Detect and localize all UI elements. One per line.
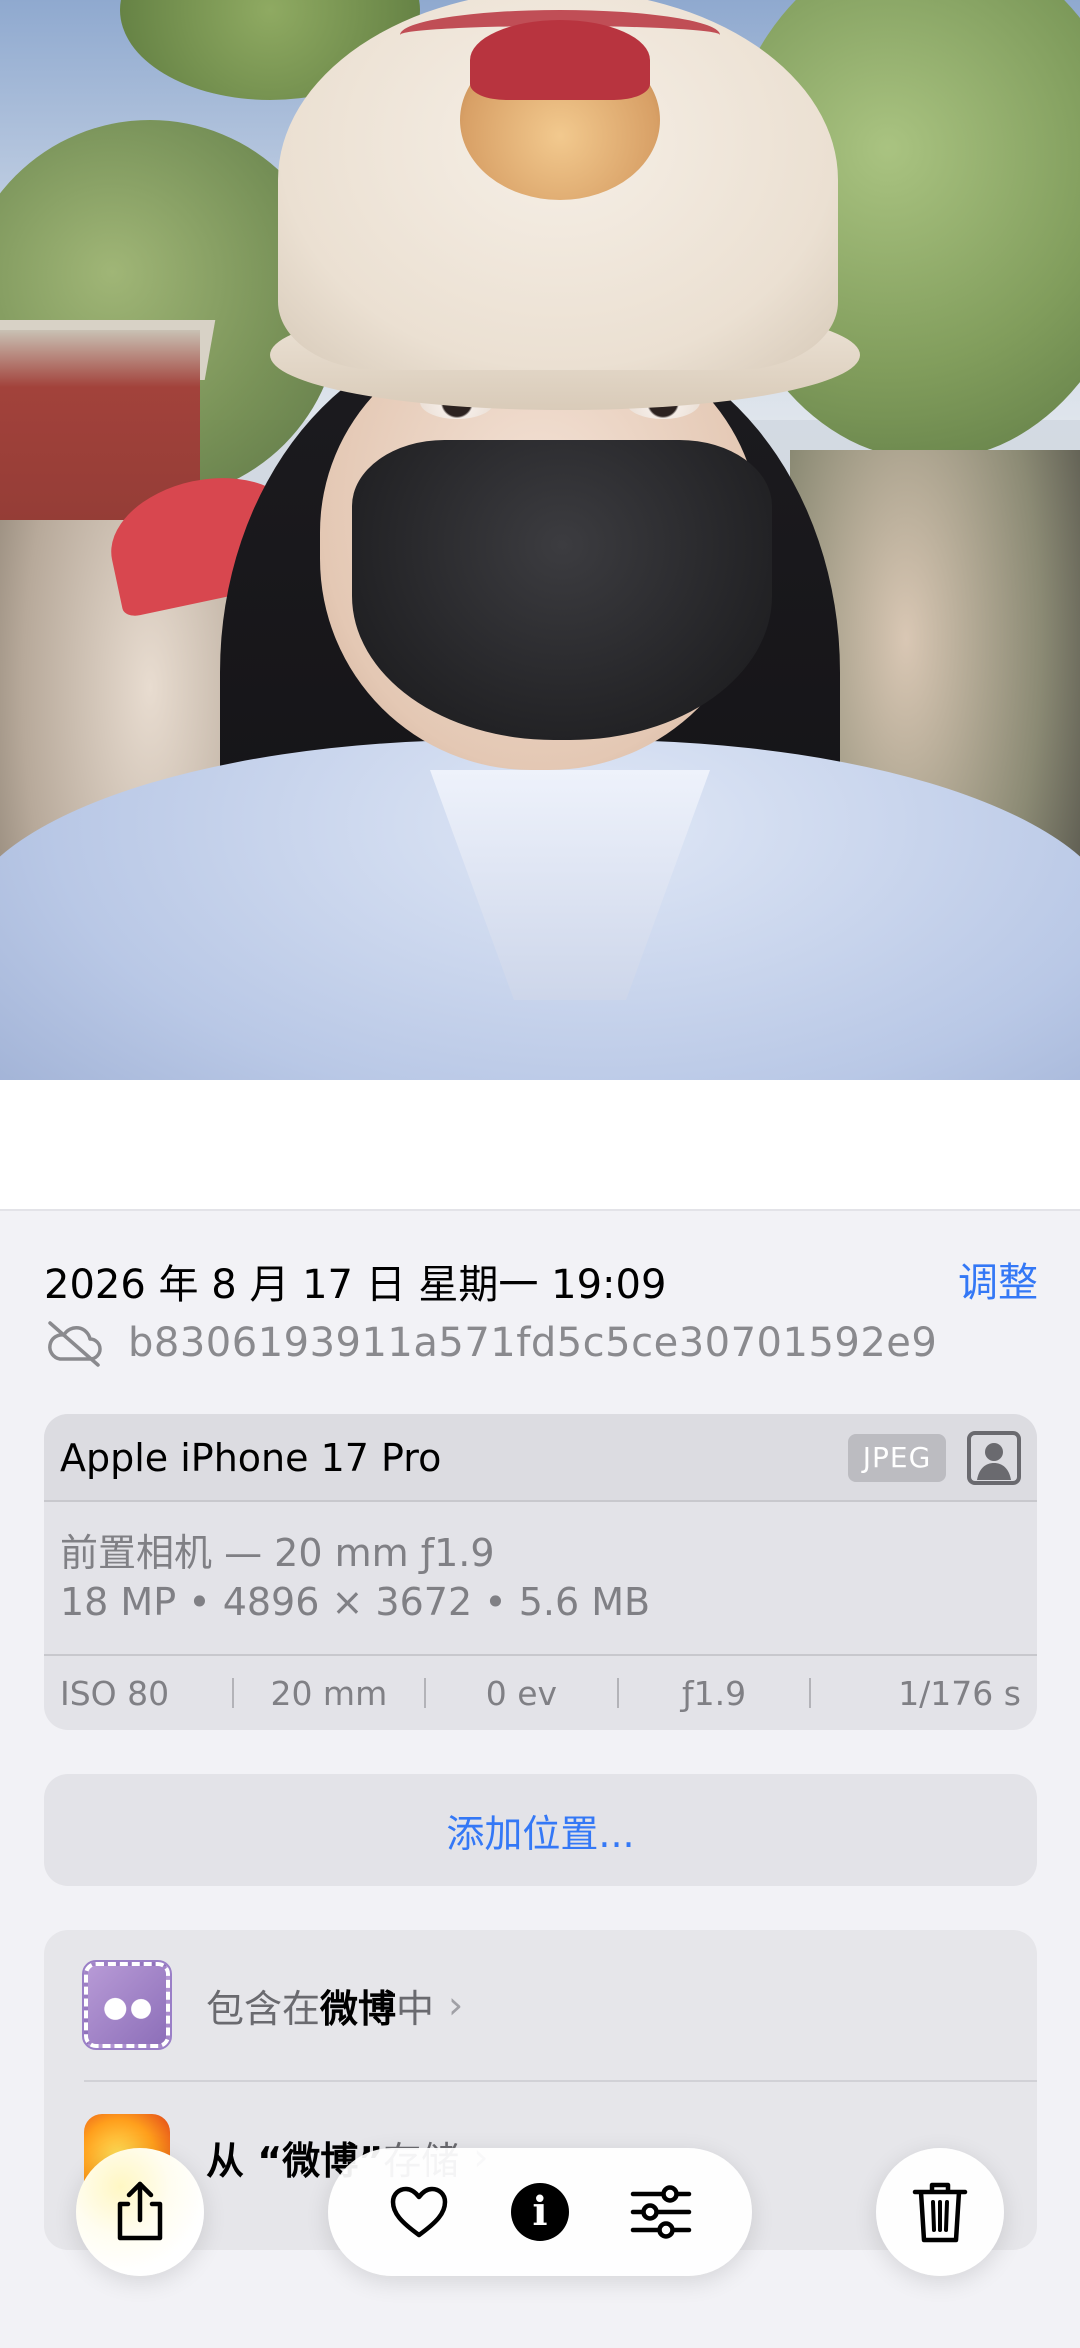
info-icon: i: [510, 2183, 569, 2241]
delete-button[interactable]: [876, 2148, 1004, 2276]
favorite-button[interactable]: [379, 2172, 459, 2252]
file-name: b8306193911a571fd5c5ce30701592e9: [128, 1320, 938, 1366]
photo-cap-bear-hat: [470, 20, 650, 100]
album-app-name: 微博: [320, 1986, 397, 2031]
info-button[interactable]: i: [500, 2172, 580, 2252]
share-icon: [117, 2181, 163, 2241]
device-name: Apple iPhone 17 Pro: [60, 1436, 442, 1480]
adjust-date-button[interactable]: 调整: [958, 1250, 1038, 1308]
photo-view[interactable]: [0, 0, 1080, 1080]
share-button[interactable]: [76, 2148, 204, 2276]
exif-exposure-value: 0 ev: [485, 1673, 558, 1713]
exif-iso: ISO 80: [60, 1673, 170, 1713]
add-location-label: 添加位置...: [446, 1811, 635, 1856]
exif-focal-length: 20 mm: [270, 1673, 388, 1713]
photo-action-bar: i: [328, 2148, 752, 2276]
file-name-row: b8306193911a571fd5c5ce30701592e9: [44, 1315, 937, 1371]
add-location-button[interactable]: 添加位置...: [44, 1774, 1037, 1886]
device-header: Apple iPhone 17 Pro JPEG: [44, 1414, 1037, 1502]
exif-shutter-speed: 1/176 s: [898, 1673, 1021, 1713]
exif-aperture: ƒ1.9: [681, 1673, 747, 1713]
trash-icon: [912, 2182, 968, 2243]
device-info-card: Apple iPhone 17 Pro JPEG 前置相机 — 20 mm ƒ1…: [44, 1414, 1037, 1730]
portrait-mode-icon: [967, 1431, 1021, 1485]
chevron-right-icon: ›: [448, 1983, 464, 2027]
photo-face-mask: [352, 440, 772, 740]
edit-button[interactable]: [621, 2172, 701, 2252]
format-badge: JPEG: [848, 1434, 946, 1482]
heart-icon: [390, 2186, 447, 2238]
photo-date-time: 2026 年 8 月 17 日 星期一 19:09: [44, 1262, 667, 1308]
included-in-album-row[interactable]: 包含在微博中 ›: [44, 1930, 1037, 2080]
sliders-icon: [631, 2185, 692, 2239]
included-in-label: 包含在微博中: [206, 1986, 435, 2031]
cloud-off-icon: [48, 1321, 102, 1367]
album-thumbnail: [82, 1960, 172, 2050]
lens-info: 前置相机 — 20 mm ƒ1.9: [60, 1531, 495, 1575]
exif-row: ISO 80 20 mm 0 ev ƒ1.9 1/176 s: [44, 1654, 1037, 1730]
image-specs: 18 MP • 4896 × 3672 • 5.6 MB: [60, 1580, 651, 1624]
caption-strip[interactable]: [0, 1080, 1080, 1210]
